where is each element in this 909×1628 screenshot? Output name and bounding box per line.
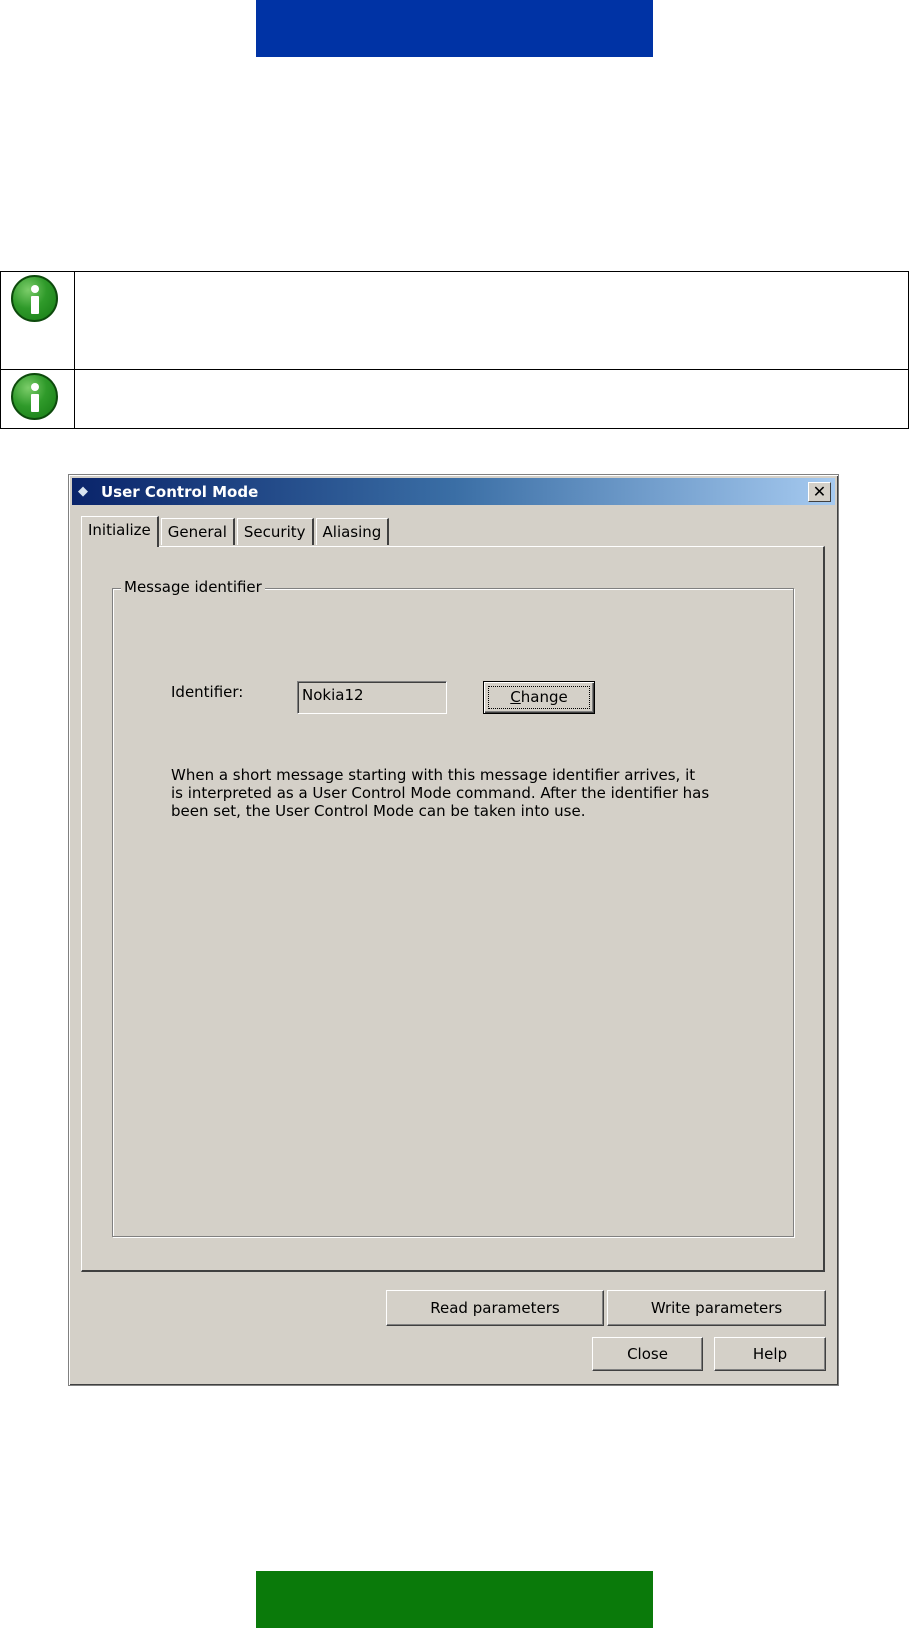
note-row [1,370,908,428]
notes-table [0,271,909,429]
tab-general[interactable]: General [160,518,235,545]
note-text [75,370,908,428]
footer-bar [256,1571,653,1628]
close-button[interactable]: Close [592,1337,703,1371]
identifier-field: Nokia12 [297,681,447,714]
dialog-titlebar[interactable]: ◆ User Control Mode ✕ [72,478,835,505]
info-icon [11,373,58,420]
tab-strip: Initialize General Security Aliasing [81,516,391,547]
help-button[interactable]: Help [714,1337,826,1371]
focus-rect [488,686,590,709]
write-parameters-button[interactable]: Write parameters [607,1290,826,1326]
tab-aliasing[interactable]: Aliasing [315,518,390,545]
note-row [1,272,908,370]
identifier-label: Identifier: [171,683,244,701]
dialog-title: User Control Mode [101,482,259,501]
info-icon [11,275,58,322]
read-parameters-button[interactable]: Read parameters [386,1290,604,1326]
tab-initialize[interactable]: Initialize [81,516,159,547]
note-text [75,272,908,369]
identifier-description: When a short message starting with this … [171,766,710,820]
group-legend: Message identifier [121,578,265,596]
tab-panel-initialize: Message identifier Identifier: Nokia12 C… [81,546,825,1272]
message-identifier-group: Message identifier Identifier: Nokia12 C… [112,578,794,1237]
note-icon-cell [1,370,75,428]
close-icon: ✕ [812,481,827,501]
phone-icon: ◆ [78,483,88,499]
close-window-button[interactable]: ✕ [808,481,831,502]
user-control-mode-dialog: ◆ User Control Mode ✕ Initialize General… [68,474,839,1386]
note-icon-cell [1,272,75,369]
tab-security[interactable]: Security [236,518,314,545]
change-button[interactable]: Change [483,681,595,714]
header-bar [256,0,653,57]
